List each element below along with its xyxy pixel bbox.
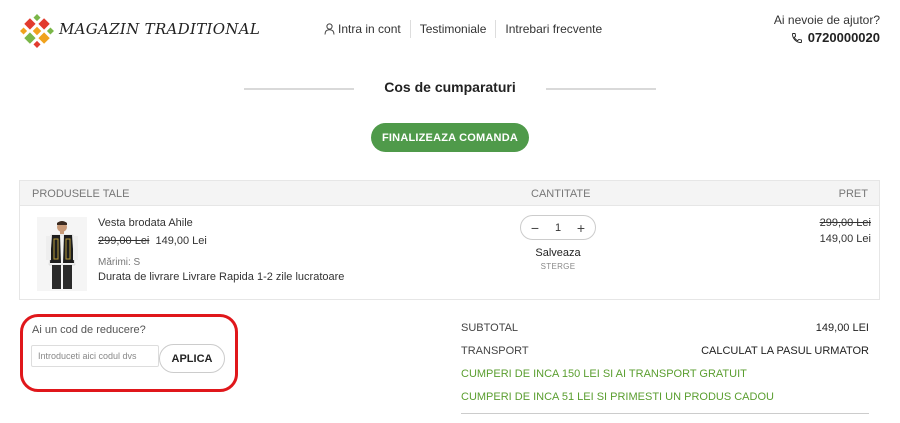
apply-discount-button[interactable]: APLICA: [159, 344, 225, 373]
nav-login[interactable]: Intra in cont: [315, 20, 410, 38]
nav-testimonials[interactable]: Testimoniale: [409, 20, 496, 38]
cart-table: PRODUSELE TALE CANTITATE PRET Vesta brod…: [19, 180, 880, 300]
product-new-price: 149,00 Lei: [155, 235, 207, 247]
title-divider-right: [546, 88, 656, 90]
nav-faq-label: Intrebari frecvente: [505, 22, 603, 36]
column-products: PRODUSELE TALE: [32, 188, 130, 200]
brand-logo-icon[interactable]: [20, 14, 54, 48]
phone-icon: [791, 32, 802, 43]
help-question: Ai nevoie de ajutor?: [773, 13, 880, 27]
subtotal-label: SUBTOTAL: [461, 322, 519, 334]
nav-login-label: Intra in cont: [338, 22, 401, 36]
phone-link[interactable]: 0720000020: [774, 30, 880, 45]
product-old-price: 299,00 Lei: [98, 235, 150, 247]
discount-code-box: Ai un cod de reducere? APLICA: [20, 314, 238, 392]
save-item-link[interactable]: Salveaza: [520, 247, 596, 259]
nav-faq[interactable]: Intrebari frecvente: [495, 20, 611, 38]
product-image[interactable]: [37, 217, 87, 291]
line-new-price: 149,00 Lei: [819, 233, 871, 245]
transport-label: TRANSPORT: [461, 345, 529, 357]
delete-item-link[interactable]: STERGE: [520, 262, 596, 271]
product-name-link[interactable]: Vesta brodata Ahile: [98, 217, 193, 229]
page-title: Cos de cumparaturi: [384, 79, 516, 95]
gift-promo-row: CUMPERI DE INCA 51 LEI SI PRIMESTI UN PR…: [461, 391, 869, 414]
cart-table-header: PRODUSELE TALE CANTITATE PRET: [20, 181, 879, 206]
help-contact: Ai nevoie de ajutor? 0720000020: [774, 13, 880, 45]
brand-name[interactable]: MAGAZIN TRADITIONAL: [59, 20, 260, 38]
nav-testimonials-label: Testimoniale: [419, 22, 487, 36]
transport-value: CALCULAT LA PASUL URMATOR: [701, 345, 869, 357]
phone-number: 0720000020: [807, 30, 880, 45]
product-delivery-time: Durata de livrare Livrare Rapida 1-2 zil…: [98, 271, 345, 283]
decrease-quantity-button[interactable]: −: [529, 220, 541, 236]
product-prices: 299,00 Lei 149,00 Lei: [98, 235, 207, 247]
column-price: PRET: [838, 188, 868, 200]
discount-code-input[interactable]: [31, 345, 159, 367]
transport-row: TRANSPORT CALCULAT LA PASUL URMATOR: [461, 345, 869, 368]
site-header: MAGAZIN TRADITIONAL Intra in cont Testim…: [0, 0, 900, 60]
user-icon: [324, 23, 335, 35]
line-old-price: 299,00 Lei: [819, 217, 871, 229]
title-divider-left: [244, 88, 354, 90]
free-shipping-promo-row: CUMPERI DE INCA 150 LEI SI AI TRANSPORT …: [461, 368, 869, 391]
finalize-order-button[interactable]: FINALIZEAZA COMANDA: [371, 123, 529, 152]
subtotal-value: 149,00 LEI: [815, 322, 869, 334]
column-quantity: CANTITATE: [531, 188, 591, 200]
subtotal-row: SUBTOTAL 149,00 LEI: [461, 322, 869, 345]
top-nav: Intra in cont Testimoniale Intrebari fre…: [315, 20, 611, 38]
order-summary: SUBTOTAL 149,00 LEI TRANSPORT CALCULAT L…: [461, 322, 869, 414]
increase-quantity-button[interactable]: +: [575, 220, 587, 236]
quantity-value[interactable]: 1: [555, 222, 561, 234]
product-size: Mărimi: S: [98, 257, 141, 268]
summary-divider: [461, 413, 869, 414]
free-shipping-promo: CUMPERI DE INCA 150 LEI SI AI TRANSPORT …: [461, 368, 747, 380]
discount-question: Ai un cod de reducere?: [32, 324, 146, 336]
quantity-stepper: − 1 +: [520, 215, 596, 240]
gift-promo: CUMPERI DE INCA 51 LEI SI PRIMESTI UN PR…: [461, 391, 774, 403]
